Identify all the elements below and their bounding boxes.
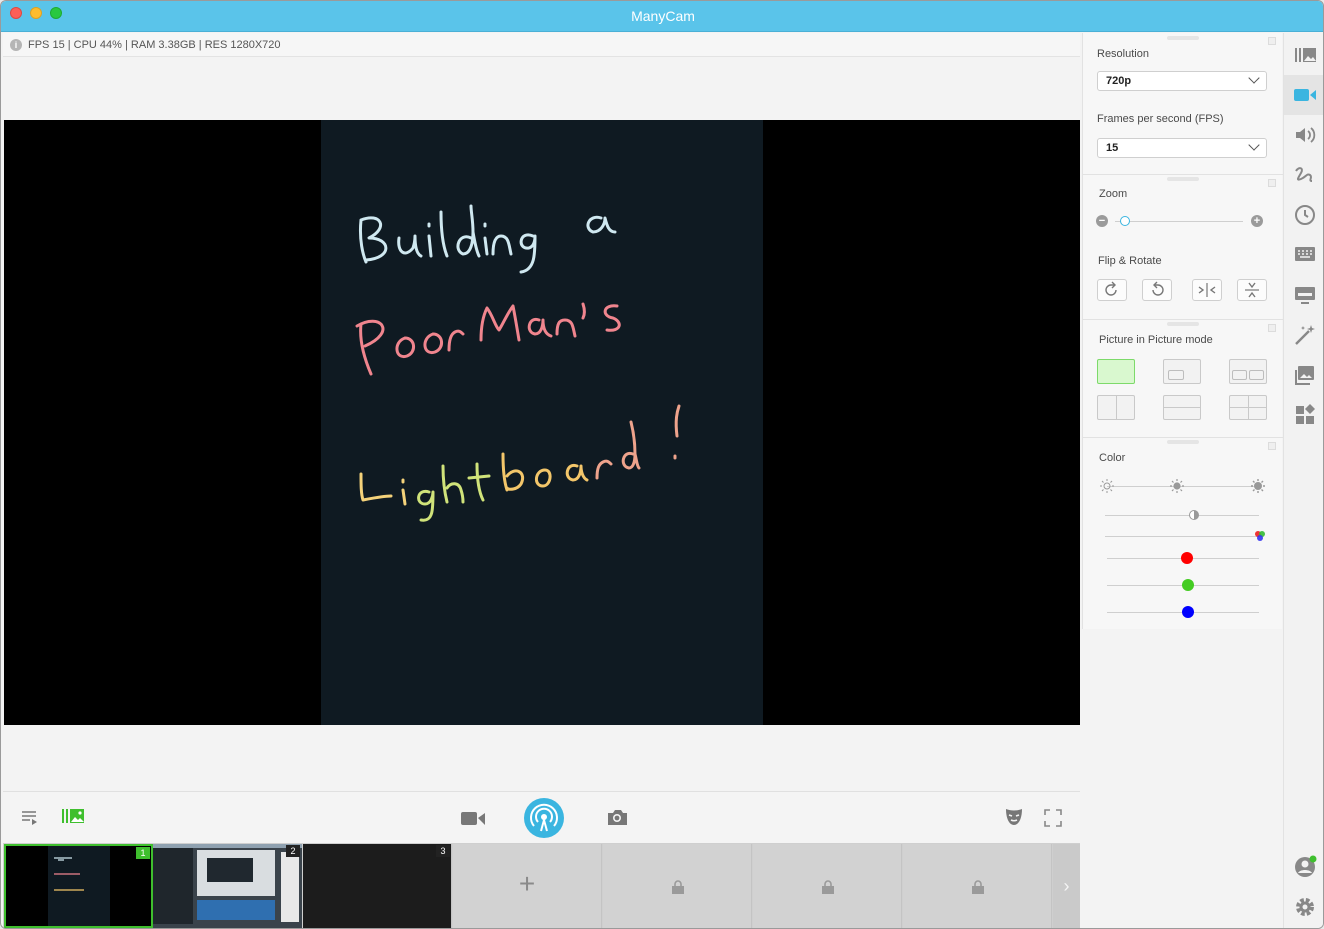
pip-mode-split-vertical[interactable] [1097,395,1135,420]
rotate-right-button[interactable] [1142,279,1172,301]
zoom-track[interactable] [1115,221,1243,222]
pip-label: Picture in Picture mode [1099,334,1213,346]
title-bar: ManyCam [1,1,1323,32]
lock-icon [972,880,984,894]
detach-section-icon[interactable] [1268,442,1276,450]
draw-icon[interactable] [1293,163,1317,187]
source-thumbnails: 1 2 3 + › [3,843,1080,928]
color-section: Color [1083,438,1283,629]
video-preview[interactable] [4,120,1080,725]
camera-icon[interactable] [460,809,486,827]
snapshot-icon[interactable] [606,807,628,827]
detach-section-icon[interactable] [1268,179,1276,187]
brightness-high-icon [1251,479,1265,493]
resolution-value: 720p [1106,75,1132,87]
thumbnail-3[interactable]: 3 [303,844,452,928]
presets-icon[interactable] [61,807,85,825]
bottom-toolbar [3,791,1080,843]
section-grip[interactable] [1167,36,1199,40]
resolution-label: Resolution [1097,48,1149,60]
stats-text: FPS 15 | CPU 44% | RAM 3.38GB | RES 1280… [28,39,281,51]
contrast-knob[interactable] [1188,509,1200,521]
history-icon[interactable] [1293,203,1317,227]
lower-third-icon[interactable] [1293,243,1317,267]
zoom-section: Zoom − + Flip & Rotate [1083,175,1283,320]
pip-mode-side-inset[interactable] [1229,359,1267,384]
settings-icon[interactable] [1293,895,1317,919]
saturation-knob[interactable] [1254,530,1266,542]
lock-icon [672,880,684,894]
locked-slot[interactable] [603,844,752,928]
zoom-in-button[interactable]: + [1251,215,1263,227]
thumbnail-2[interactable]: 2 [153,844,302,928]
locked-slot[interactable] [903,844,1052,928]
pip-mode-quad[interactable] [1229,395,1267,420]
playlist-icon[interactable] [21,809,39,825]
images-icon[interactable] [1293,363,1317,387]
pip-mode-inset[interactable] [1163,359,1201,384]
window-title: ManyCam [631,8,695,24]
section-grip[interactable] [1167,322,1199,326]
fps-value: 15 [1106,142,1119,154]
flip-rotate-label: Flip & Rotate [1098,255,1162,267]
broadcast-icon[interactable] [524,798,564,838]
fullscreen-icon[interactable] [1044,809,1062,827]
pip-section: Picture in Picture mode [1083,320,1283,438]
pip-mode-full[interactable] [1097,359,1135,384]
lightboard-image [321,120,763,725]
locked-slot[interactable] [753,844,902,928]
chevron-down-icon [1248,139,1260,151]
chevron-down-icon [1248,72,1260,84]
thumbnail-number: 2 [286,845,300,857]
presets-icon[interactable] [1293,43,1317,67]
detach-section-icon[interactable] [1268,37,1276,45]
brightness-knob[interactable] [1170,479,1184,493]
detach-section-icon[interactable] [1268,324,1276,332]
widgets-icon[interactable] [1293,403,1317,427]
green-knob[interactable] [1182,579,1194,591]
info-icon[interactable]: i [10,39,22,51]
red-knob[interactable] [1181,552,1193,564]
video-format-section: Resolution 720p Frames per second (FPS) … [1083,33,1283,175]
rotate-left-button[interactable] [1097,279,1127,301]
right-icon-rail [1283,33,1323,928]
stats-readout: i FPS 15 | CPU 44% | RAM 3.38GB | RES 12… [10,38,281,52]
resolution-select[interactable]: 720p [1097,71,1267,91]
thumbnails-next-button[interactable]: › [1053,844,1080,928]
add-source-label: + [518,868,536,899]
brightness-low-icon [1100,479,1114,493]
effects-icon[interactable] [1293,323,1317,347]
add-source-slot[interactable]: + [453,844,602,928]
contrast-track[interactable] [1105,515,1259,516]
pip-mode-split-horizontal[interactable] [1163,395,1201,420]
lock-icon [822,880,834,894]
mask-icon[interactable] [1004,807,1024,827]
zoom-out-button[interactable]: − [1096,215,1108,227]
screen-icon[interactable] [1293,283,1317,307]
thumbnail-number: 1 [136,847,150,859]
flip-vertical-button[interactable] [1237,279,1267,301]
audio-icon[interactable] [1293,123,1317,147]
section-grip[interactable] [1167,177,1199,181]
saturation-track[interactable] [1105,536,1259,537]
app-window: ManyCam i FPS 15 | CPU 44% | RAM 3.38GB … [0,0,1324,929]
flip-horizontal-button[interactable] [1192,279,1222,301]
thumbnail-number: 3 [436,845,450,857]
fps-select[interactable]: 15 [1097,138,1267,158]
section-grip[interactable] [1167,440,1199,444]
account-icon[interactable] [1293,855,1317,879]
zoom-label: Zoom [1099,188,1128,200]
fps-label: Frames per second (FPS) [1097,113,1224,125]
zoom-slider-knob[interactable] [1120,216,1131,226]
settings-panel: Resolution 720p Frames per second (FPS) … [1082,33,1283,629]
color-label: Color [1099,452,1126,464]
video-icon[interactable] [1293,83,1317,107]
thumbnail-1[interactable]: 1 [4,844,153,928]
blue-knob[interactable] [1182,606,1194,618]
